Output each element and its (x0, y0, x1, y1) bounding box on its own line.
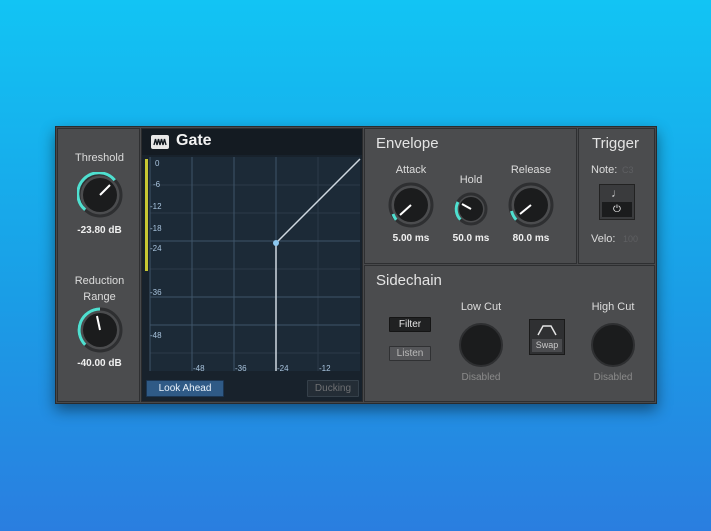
threshold-label: Threshold (75, 152, 124, 164)
hold-knob[interactable] (454, 192, 488, 226)
graph-panel: Gate 0 -6 -12 -18 -24 -36 -48 -48 -36 -2… (141, 128, 363, 402)
y-tick-48: -48 (150, 331, 162, 340)
hold-value: 50.0 ms (452, 233, 490, 244)
envelope-panel: Envelope Attack 5.00 ms Hold 50.0 ms Rel… (364, 128, 577, 264)
high-cut-knob[interactable] (590, 322, 636, 368)
look-ahead-button[interactable]: Look Ahead (146, 380, 224, 397)
x-tick-12: -12 (319, 364, 331, 373)
filter-button[interactable]: Filter (389, 317, 431, 332)
presonus-logo-icon (151, 135, 169, 149)
power-icon: ⏻ (602, 202, 632, 217)
attack-knob[interactable] (388, 182, 434, 228)
reduction-value: -40.00 dB (77, 358, 122, 369)
high-cut-label: High Cut (591, 301, 635, 313)
left-panel: Threshold -23.80 dB Reduction Range -40.… (57, 128, 140, 402)
velo-value[interactable]: 100 (623, 234, 638, 244)
listen-button[interactable]: Listen (389, 346, 431, 361)
ducking-button[interactable]: Ducking (307, 380, 359, 397)
x-tick-24: -24 (277, 364, 289, 373)
trigger-panel: Trigger Note: C3 ♩ ⏻ Velo: 100 (578, 128, 655, 264)
sidechain-title: Sidechain (376, 272, 442, 289)
note-label: Note: (591, 164, 618, 176)
graph-header: Gate (142, 129, 362, 155)
release-value: 80.0 ms (512, 233, 550, 244)
low-cut-status: Disabled (461, 372, 501, 383)
trigger-title: Trigger (592, 135, 639, 152)
music-note-icon: ♩ (611, 186, 623, 200)
low-cut-knob[interactable] (458, 322, 504, 368)
note-value[interactable]: C3 (622, 165, 634, 175)
threshold-value: -23.80 dB (77, 225, 122, 236)
transfer-curve-plot[interactable] (142, 155, 362, 375)
release-knob[interactable] (508, 182, 554, 228)
threshold-knob[interactable] (77, 172, 123, 218)
reduction-label-line1: Reduction (74, 275, 125, 287)
swap-label: Swap (532, 339, 562, 352)
swap-button[interactable]: Swap (529, 319, 565, 355)
attack-label: Attack (395, 164, 427, 176)
high-cut-status: Disabled (593, 372, 633, 383)
y-tick-12: -12 (150, 202, 162, 211)
attack-value: 5.00 ms (392, 233, 430, 244)
x-tick-48: -48 (193, 364, 205, 373)
hold-label: Hold (459, 174, 483, 186)
y-tick-6: -6 (153, 180, 161, 189)
graph-title: Gate (176, 132, 212, 149)
bandpass-icon (537, 325, 557, 336)
reduction-range-knob[interactable] (77, 307, 123, 353)
y-tick-0: 0 (155, 159, 160, 168)
envelope-title: Envelope (376, 135, 439, 152)
y-tick-36: -36 (150, 288, 162, 297)
gate-plugin-window: Threshold -23.80 dB Reduction Range -40.… (55, 126, 657, 404)
trigger-toggle[interactable]: ♩ ⏻ (599, 184, 635, 220)
velo-label: Velo: (591, 233, 616, 245)
release-label: Release (510, 164, 552, 176)
y-tick-24: -24 (150, 244, 162, 253)
x-tick-36: -36 (235, 364, 247, 373)
y-tick-18: -18 (150, 224, 162, 233)
sidechain-panel: Sidechain Filter Listen Low Cut Disabled… (364, 265, 655, 402)
low-cut-label: Low Cut (460, 301, 502, 313)
reduction-label-line2: Range (83, 291, 116, 303)
